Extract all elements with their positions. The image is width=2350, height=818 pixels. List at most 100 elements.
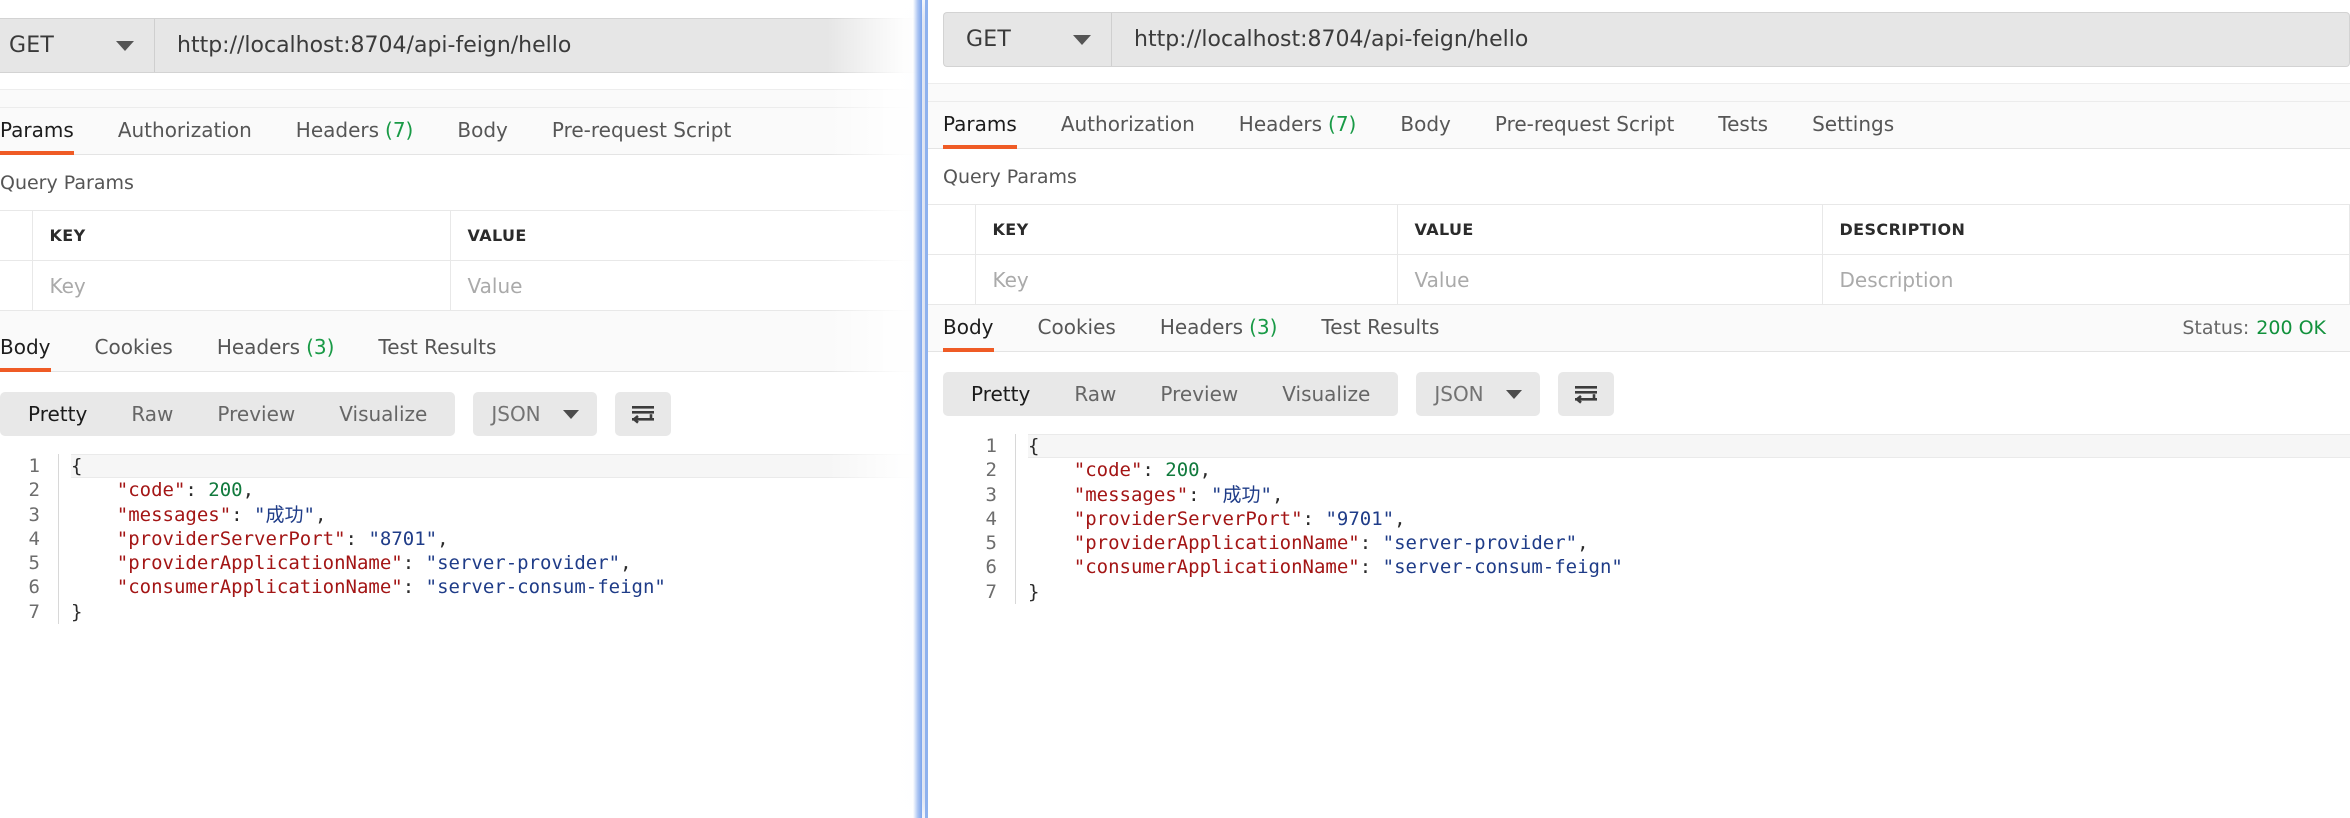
code-line: "code": 200, (1028, 458, 2350, 482)
code-line: "consumerApplicationName": "server-consu… (1028, 555, 2350, 579)
back-view-mode-pretty[interactable]: Pretty (6, 392, 109, 436)
front-tab-pre-request-script[interactable]: Pre-request Script (1495, 112, 1674, 148)
back-row-checkbox-cell[interactable] (0, 260, 33, 311)
front-line-number: 1 (985, 435, 997, 457)
front-request-window: GET http://localhost:8704/api-feign/hell… (925, 0, 2350, 818)
back-method-selector[interactable]: GET (0, 18, 154, 73)
front-tab-settings-label: Settings (1812, 112, 1895, 136)
back-tab-headers-label: Headers (295, 118, 380, 142)
front-url-field[interactable]: http://localhost:8704/api-feign/hello (1111, 12, 2350, 67)
front-resp-tab-headers[interactable]: Headers (3) (1160, 315, 1278, 351)
front-row-checkbox-cell[interactable] (925, 254, 976, 305)
front-tab-body-label: Body (1400, 112, 1451, 136)
front-body-toolbar: Pretty Raw Preview Visualize JSON (925, 352, 2350, 434)
back-tab-pre-request-script[interactable]: Pre-request Script (552, 118, 731, 154)
back-tab-headers[interactable]: Headers (7) (296, 118, 414, 154)
front-key-placeholder: Key (992, 267, 1029, 292)
front-toolbar-strip (925, 84, 2350, 102)
back-resp-tab-test-results[interactable]: Test Results (378, 335, 496, 371)
front-response-tabs: Body Cookies Headers (3) Test Results Sta… (925, 305, 2350, 352)
front-resp-tab-test-results[interactable]: Test Results (1321, 315, 1439, 351)
back-code-lines[interactable]: { "code": 200, "messages": "成功", "provid… (58, 454, 922, 625)
front-value-placeholder: Value (1414, 267, 1470, 292)
front-tab-settings[interactable]: Settings (1812, 112, 1894, 148)
code-token: { (71, 455, 83, 477)
code-token: , (620, 552, 632, 575)
front-tab-tests[interactable]: Tests (1718, 112, 1768, 148)
back-resp-tab-headers[interactable]: Headers (3) (217, 335, 335, 371)
back-view-mode-raw[interactable]: Raw (109, 392, 195, 436)
back-select-all-checkbox-cell[interactable] (0, 210, 33, 261)
back-view-mode-visualize[interactable]: Visualize (317, 392, 449, 436)
front-tab-pre-request-script-label: Pre-request Script (1494, 112, 1675, 136)
front-resp-tab-cookies[interactable]: Cookies (1038, 315, 1116, 351)
code-token: : (1302, 507, 1326, 530)
front-select-all-checkbox-cell[interactable] (925, 204, 976, 255)
back-tab-params[interactable]: Params (0, 118, 74, 155)
code-token: "server-provider" (1382, 532, 1578, 555)
code-token: "server-consum-feign" (1382, 556, 1623, 579)
code-token: "code" (1073, 459, 1143, 482)
back-format-selector[interactable]: JSON (473, 392, 597, 436)
back-key-input-cell[interactable]: Key (31, 260, 451, 311)
code-token: , (314, 503, 327, 526)
back-tab-authorization[interactable]: Authorization (118, 118, 252, 154)
front-tab-body[interactable]: Body (1400, 112, 1451, 148)
code-token: , (1199, 459, 1212, 482)
back-url-field[interactable]: http://localhost:8704/api-feign/hello (154, 18, 922, 73)
front-view-mode-preview[interactable]: Preview (1138, 372, 1260, 416)
front-tab-authorization[interactable]: Authorization (1061, 112, 1195, 148)
code-token: , (1394, 507, 1406, 530)
back-value-placeholder: Value (467, 273, 523, 298)
front-view-mode-visualize[interactable]: Visualize (1260, 372, 1392, 416)
front-value-input-cell[interactable]: Value (1396, 254, 1823, 305)
code-token: "providerApplicationName" (1073, 532, 1360, 555)
front-method-selector[interactable]: GET (943, 12, 1111, 67)
back-resp-tab-body[interactable]: Body (0, 335, 51, 372)
front-tab-headers[interactable]: Headers (7) (1239, 112, 1357, 148)
front-description-input-cell[interactable]: Description (1821, 254, 2350, 305)
code-token: , (437, 527, 449, 550)
code-token: "成功" (1211, 483, 1272, 506)
back-line-number: 7 (28, 600, 40, 623)
front-wrap-lines-button[interactable] (1557, 372, 1614, 416)
back-tab-body[interactable]: Body (457, 118, 508, 154)
front-view-mode-raw[interactable]: Raw (1052, 372, 1138, 416)
code-line: "providerApplicationName": "server-provi… (1028, 531, 2350, 555)
code-line: "providerServerPort": "9701", (1028, 507, 2350, 531)
front-code-lines[interactable]: { "code": 200, "messages": "成功", "provid… (1015, 434, 2350, 605)
front-view-mode-pretty[interactable]: Pretty (949, 372, 1052, 416)
back-value-input-cell[interactable]: Value (449, 260, 922, 311)
front-query-params-table: KEY VALUE DESCRIPTION Key Value Descript… (925, 204, 2350, 305)
front-col-key: KEY (974, 204, 1398, 255)
front-format-selector[interactable]: JSON (1416, 372, 1540, 416)
front-line-number: 6 (985, 556, 997, 579)
back-view-mode-preview[interactable]: Preview (195, 392, 317, 436)
front-key-input-cell[interactable]: Key (974, 254, 1398, 305)
front-code-gutter: 1 2 3 4 5 6 7 (943, 434, 1015, 604)
code-token: : (1188, 483, 1212, 506)
back-format-label: JSON (491, 402, 541, 426)
back-code-gutter: 1 2 3 4 5 6 7 (0, 454, 58, 624)
back-wrap-lines-button[interactable] (614, 392, 671, 436)
code-token: { (1028, 435, 1040, 457)
front-line-number: 3 (985, 483, 997, 506)
front-query-params-title: Query Params (943, 149, 2350, 204)
front-table-row: Key Value Description (925, 254, 2350, 305)
front-tab-headers-count: (7) (1328, 112, 1357, 136)
code-token: "messages" (116, 503, 232, 526)
front-tab-headers-label: Headers (1238, 112, 1323, 136)
front-view-mode-group: Pretty Raw Preview Visualize (943, 372, 1399, 416)
back-line-number: 6 (28, 576, 40, 599)
front-tab-params[interactable]: Params (943, 112, 1017, 149)
code-token: "consumerApplicationName" (116, 576, 403, 599)
code-token: 200 (1165, 459, 1200, 482)
front-resp-tab-test-results-label: Test Results (1321, 315, 1440, 339)
front-resp-tab-body[interactable]: Body (943, 315, 994, 352)
back-key-placeholder: Key (49, 273, 86, 298)
back-resp-tab-cookies[interactable]: Cookies (95, 335, 173, 371)
